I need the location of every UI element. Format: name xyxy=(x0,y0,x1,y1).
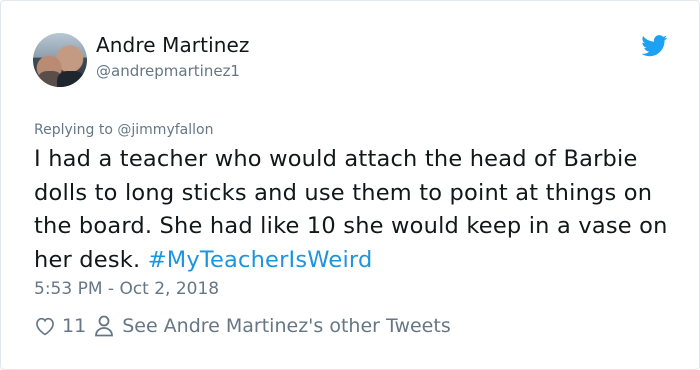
heart-icon[interactable] xyxy=(34,315,56,337)
tweet-text: I had a teacher who would attach the hea… xyxy=(34,143,684,277)
tweet-timestamp[interactable]: 5:53 PM - Oct 2, 2018 xyxy=(34,279,219,299)
reply-prefix: Replying to xyxy=(34,122,118,138)
avatar[interactable] xyxy=(33,33,87,87)
author-handle[interactable]: @andrepmartinez1 xyxy=(96,62,240,80)
author-name[interactable]: Andre Martinez xyxy=(96,33,250,57)
avatar-figure-right xyxy=(57,71,85,87)
person-icon xyxy=(95,315,114,337)
reply-mention-link[interactable]: @jimmyfallon xyxy=(117,122,213,138)
hashtag-link[interactable]: #MyTeacherIsWeird xyxy=(148,247,373,273)
reply-context: Replying to @jimmyfallon xyxy=(34,122,213,138)
other-tweets-link[interactable]: See Andre Martinez's other Tweets xyxy=(122,315,451,337)
twitter-bird-icon[interactable] xyxy=(641,35,668,57)
like-count[interactable]: 11 xyxy=(62,315,86,337)
tweet-actions: 11 See Andre Martinez's other Tweets xyxy=(34,315,451,337)
tweet-card: Andre Martinez @andrepmartinez1 Replying… xyxy=(0,0,700,370)
